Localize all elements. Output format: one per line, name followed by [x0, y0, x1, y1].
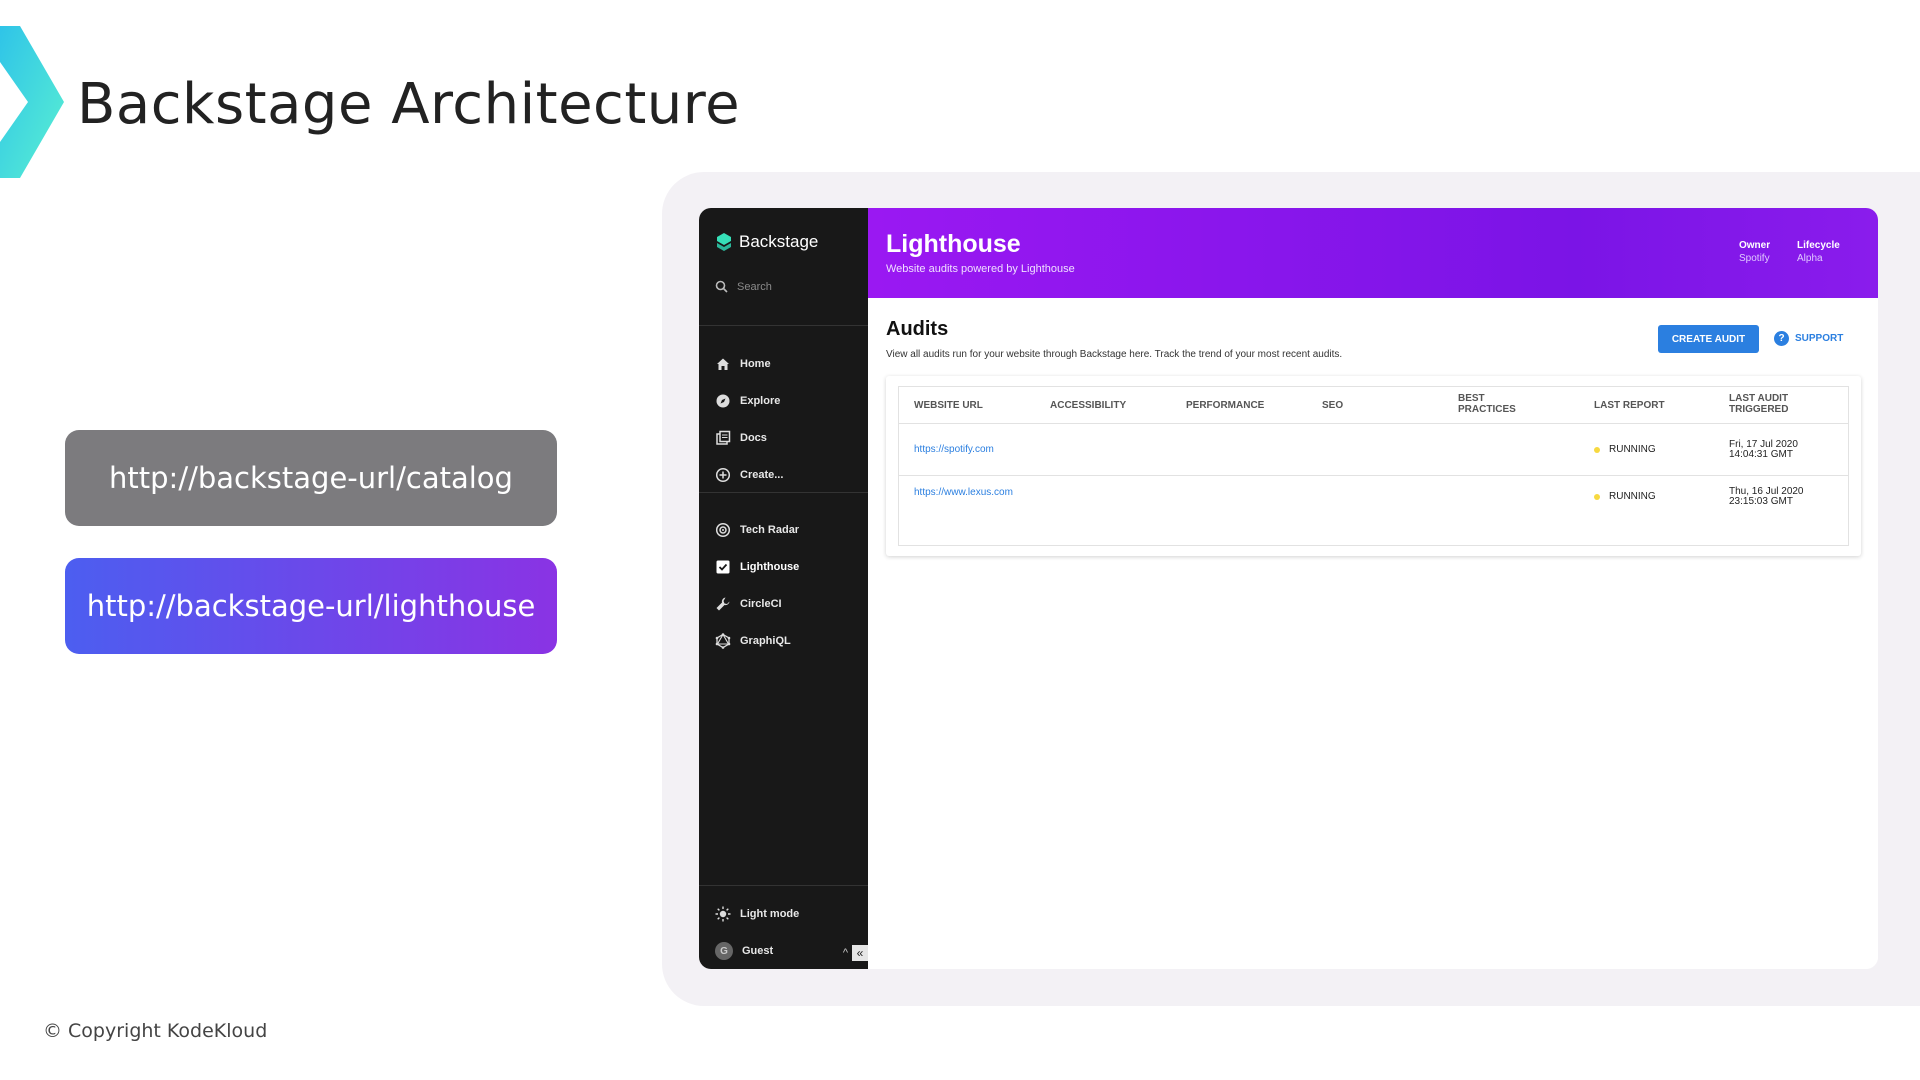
audits-description: View all audits run for your website thr… [886, 349, 1343, 360]
support-button[interactable]: ? SUPPORT [1774, 331, 1843, 346]
main-content: Lighthouse Website audits powered by Lig… [868, 208, 1878, 969]
sun-icon [715, 906, 731, 922]
column-header-website-url[interactable]: WEBSITE URL [914, 400, 983, 411]
graphql-icon [715, 633, 731, 649]
status-text: RUNNING [1609, 491, 1656, 502]
status-badge: RUNNING [1594, 444, 1656, 455]
audit-url-link[interactable]: https://www.lexus.com [914, 488, 1014, 498]
sidebar-divider [699, 492, 868, 493]
sidebar-item-explore[interactable]: Explore [715, 392, 780, 410]
search-placeholder: Search [737, 280, 772, 293]
slide-title: Backstage Architecture [77, 72, 741, 137]
lifecycle-meta: Lifecycle Alpha [1797, 240, 1840, 264]
status-dot-icon [1594, 446, 1600, 453]
sidebar-search[interactable]: Search [715, 280, 772, 293]
copyright-text: © Copyright KodeKloud [43, 1020, 268, 1042]
sidebar-item-home[interactable]: Home [715, 355, 771, 373]
column-header-accessibility[interactable]: ACCESSIBILITY [1050, 400, 1126, 411]
audit-time-line: 14:04:31 GMT [1729, 449, 1793, 460]
page-header: Lighthouse Website audits powered by Lig… [868, 208, 1878, 298]
column-header-seo[interactable]: SEO [1322, 400, 1343, 411]
column-header-best-practices[interactable]: BEST PRACTICES [1458, 393, 1538, 415]
sidebar-item-label: Tech Radar [740, 524, 800, 536]
sidebar-item-graphiql[interactable]: GraphiQL [715, 632, 791, 650]
audit-time-line: 23:15:03 GMT [1729, 496, 1793, 507]
table-divider [899, 475, 1848, 476]
checkbox-icon [716, 560, 730, 574]
audits-card: WEBSITE URL ACCESSIBILITY PERFORMANCE SE… [886, 376, 1861, 556]
backstage-logo[interactable]: Backstage [715, 232, 818, 252]
light-mode-label: Light mode [740, 908, 800, 920]
chevron-up-icon[interactable]: ^ [843, 947, 848, 959]
sidebar-item-label: Docs [740, 432, 767, 444]
audits-title: Audits [886, 318, 949, 340]
sidebar-item-label: Explore [740, 395, 781, 407]
column-header-last-report[interactable]: LAST REPORT [1594, 400, 1665, 411]
create-audit-button[interactable]: CREATE AUDIT [1658, 325, 1759, 353]
home-icon [717, 358, 729, 370]
light-mode-toggle[interactable]: Light mode [715, 905, 799, 923]
sidebar-item-label: Create... [740, 469, 784, 481]
logo-text: Backstage [739, 232, 819, 251]
sidebar-item-label: GraphiQL [740, 635, 791, 647]
sidebar-item-create[interactable]: Create... [715, 466, 783, 484]
column-header-last-audit-triggered[interactable]: LAST AUDIT TRIGGERED [1729, 393, 1819, 415]
column-header-performance[interactable]: PERFORMANCE [1186, 400, 1264, 411]
lifecycle-value: Alpha [1797, 253, 1823, 264]
audit-date: Thu, 16 Jul 2020 23:15:03 GMT [1729, 487, 1804, 507]
catalog-url-pill: http://backstage-url/catalog [65, 430, 557, 526]
sidebar-item-lighthouse[interactable]: Lighthouse [715, 558, 799, 576]
status-badge: RUNNING [1594, 491, 1656, 502]
page-subtitle: Website audits powered by Lighthouse [886, 263, 1075, 275]
support-label: SUPPORT [1795, 333, 1844, 344]
sidebar-item-docs[interactable]: Docs [715, 429, 767, 447]
sidebar-divider [699, 325, 868, 326]
backstage-logo-icon [717, 233, 731, 251]
help-icon: ? [1774, 331, 1789, 346]
owner-value: Spotify [1739, 253, 1770, 264]
sidebar-item-label: CircleCI [740, 598, 782, 610]
sidebar-item-tech-radar[interactable]: Tech Radar [715, 521, 799, 539]
owner-label: Owner [1739, 240, 1771, 251]
wrench-icon [716, 597, 730, 611]
chevron-logo-icon [0, 26, 64, 178]
audits-table: WEBSITE URL ACCESSIBILITY PERFORMANCE SE… [898, 386, 1849, 546]
sidebar-item-label: Lighthouse [740, 561, 800, 573]
guest-label: Guest [742, 945, 774, 957]
table-divider [899, 423, 1848, 424]
avatar: G [715, 942, 733, 960]
lifecycle-label: Lifecycle [1797, 240, 1840, 251]
radar-icon [715, 522, 731, 538]
lighthouse-url-pill: http://backstage-url/lighthouse [65, 558, 557, 654]
audit-url-link[interactable]: https://spotify.com [914, 445, 1024, 455]
status-text: RUNNING [1609, 444, 1656, 455]
slide: Backstage Architecture http://backstage-… [0, 0, 1920, 1080]
docs-icon [716, 430, 731, 445]
sidebar-item-label: Home [740, 358, 771, 370]
sidebar-divider [699, 885, 868, 886]
owner-meta: Owner Spotify [1739, 240, 1770, 264]
status-dot-icon [1594, 493, 1600, 500]
page-title: Lighthouse [886, 230, 1021, 258]
sidebar: Backstage Search Home Explore Docs Creat… [699, 208, 868, 969]
backstage-app-window: Backstage Search Home Explore Docs Creat… [699, 208, 1878, 969]
compass-icon [716, 394, 730, 408]
search-icon [715, 280, 728, 293]
audit-date: Fri, 17 Jul 2020 14:04:31 GMT [1729, 440, 1798, 460]
collapse-sidebar-icon[interactable]: « [852, 945, 868, 961]
guest-profile[interactable]: G Guest [715, 942, 773, 960]
plus-circle-icon [715, 467, 731, 483]
sidebar-item-circleci[interactable]: CircleCI [715, 595, 782, 613]
